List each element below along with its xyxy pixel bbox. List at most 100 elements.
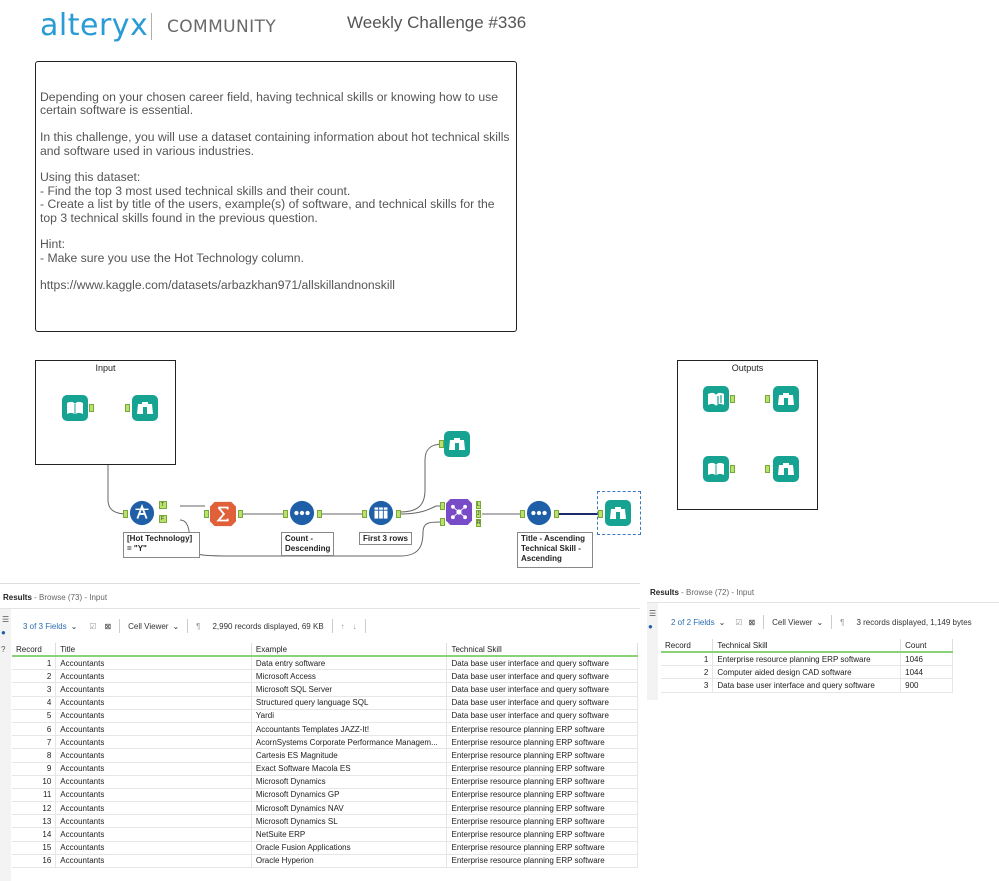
summarize-tool[interactable] <box>210 501 236 527</box>
table-row[interactable]: 7 Accountants AcornSystems Corporate Perfo… <box>12 735 638 750</box>
input-anchor[interactable] <box>598 510 603 518</box>
table-row[interactable]: 13 Accountants Microsoft Dynamics SL Enterp… <box>12 814 638 829</box>
input-anchor[interactable] <box>765 395 770 403</box>
sample-tool[interactable] <box>368 500 394 526</box>
record-number[interactable]: 13 <box>12 814 57 829</box>
table-cell[interactable]: Accountants <box>55 801 252 816</box>
table-cell[interactable]: Microsoft Access <box>251 669 448 684</box>
record-number[interactable]: 4 <box>12 696 57 710</box>
record-number[interactable]: 9 <box>12 762 57 776</box>
table-cell[interactable]: Enterprise resource planning ERP softwar… <box>446 748 638 763</box>
table-cell[interactable]: Accountants <box>55 854 252 869</box>
table-row[interactable]: 15 Accountants Oracle Fusion Applications E… <box>12 841 638 855</box>
table-row[interactable]: 12 Accountants Microsoft Dynamics NAV Enter… <box>12 801 638 816</box>
outputs-container[interactable]: Outputs <box>677 360 818 510</box>
table-cell[interactable]: Enterprise resource planning ERP softwar… <box>712 652 902 667</box>
table-cell[interactable]: Enterprise resource planning ERP softwar… <box>446 814 638 829</box>
table-cell[interactable]: Microsoft Dynamics GP <box>251 788 448 803</box>
table-cell[interactable]: Accountants <box>55 748 252 763</box>
input-anchor[interactable] <box>123 510 128 518</box>
table-cell[interactable]: Accountants <box>55 682 252 697</box>
table-row[interactable]: 3 Accountants Microsoft SQL Server Data bas… <box>12 682 638 697</box>
table-cell[interactable]: Accountants <box>55 669 252 684</box>
table-row[interactable]: 6 Accountants Accountants Templates JAZZ-I… <box>12 722 638 737</box>
table-cell[interactable]: Oracle Fusion Applications <box>251 841 448 855</box>
record-number[interactable]: 5 <box>12 709 57 723</box>
table-cell[interactable]: Structured query language SQL <box>251 696 448 710</box>
table-cell[interactable]: Microsoft Dynamics SL <box>251 814 448 829</box>
table-row[interactable]: 8 Accountants Cartesis ES Magnitude Enterpr… <box>12 748 638 763</box>
record-number[interactable]: 3 <box>661 678 714 693</box>
record-number[interactable]: 10 <box>12 775 57 789</box>
table-cell[interactable]: Enterprise resource planning ERP softwar… <box>446 801 638 816</box>
table-cell[interactable]: Accountants Templates JAZZ-It! <box>251 722 448 737</box>
table-cell[interactable]: NetSuite ERP <box>251 827 448 842</box>
table-cell[interactable]: Exact Software Macola ES <box>251 762 448 776</box>
table-cell[interactable]: Accountants <box>55 722 252 737</box>
record-number[interactable]: 12 <box>12 801 57 816</box>
table-cell[interactable]: Data base user interface and query softw… <box>712 678 902 693</box>
table-row[interactable]: 16 Accountants Oracle Hyperion Enterprise r… <box>12 854 638 869</box>
table-cell[interactable]: Data base user interface and query softw… <box>446 656 638 671</box>
output-anchor[interactable] <box>317 510 322 518</box>
table-cell[interactable]: Microsoft Dynamics NAV <box>251 801 448 816</box>
table-cell[interactable]: Enterprise resource planning ERP softwar… <box>446 762 638 776</box>
table-row[interactable]: 10 Accountants Microsoft Dynamics Enterpris… <box>12 775 638 789</box>
join-join-output-anchor[interactable]: J <box>476 510 481 518</box>
browse-tool[interactable] <box>773 386 799 412</box>
table-cell[interactable]: Data base user interface and query softw… <box>446 682 638 697</box>
results-table-right[interactable]: Record Technical Skill Count 1 Enterprise r… <box>661 639 953 693</box>
table-cell[interactable]: Enterprise resource planning ERP softwar… <box>446 827 638 842</box>
table-cell[interactable]: Microsoft Dynamics <box>251 775 448 789</box>
table-cell[interactable]: Data entry software <box>251 656 448 671</box>
column-header[interactable]: Record <box>12 643 57 657</box>
pilcrow-icon[interactable]: ¶ <box>196 622 200 631</box>
pilcrow-icon[interactable]: ¶ <box>840 618 844 627</box>
table-cell[interactable]: Accountants <box>55 709 252 723</box>
table-cell[interactable]: Enterprise resource planning ERP softwar… <box>446 735 638 750</box>
table-cell[interactable]: Accountants <box>55 775 252 789</box>
chevron-down-icon[interactable]: ⌄ <box>71 622 78 631</box>
record-number[interactable]: 7 <box>12 735 57 750</box>
binoculars-icon[interactable]: ● <box>648 622 653 631</box>
table-row[interactable]: 5 Accountants Yardi Data base user interfac… <box>12 709 638 723</box>
table-cell[interactable]: Accountants <box>55 788 252 803</box>
output-anchor[interactable] <box>238 510 243 518</box>
table-row[interactable]: 2 Accountants Microsoft Access Data base us… <box>12 669 638 684</box>
join-left-anchor[interactable] <box>440 502 445 510</box>
join-right-input-anchor[interactable] <box>440 518 445 526</box>
table-cell[interactable]: Accountants <box>55 656 252 671</box>
cell-viewer-dropdown[interactable]: Cell Viewer <box>128 622 168 631</box>
record-number[interactable]: 16 <box>12 854 57 869</box>
filter-true-anchor[interactable]: T <box>159 501 167 509</box>
table-row[interactable]: 1 Accountants Data entry software Data base… <box>12 656 638 671</box>
table-row[interactable]: 9 Accountants Exact Software Macola ES Ente… <box>12 762 638 776</box>
output-anchor[interactable] <box>554 510 559 518</box>
chevron-down-icon[interactable]: ⌄ <box>816 618 823 627</box>
input-anchor[interactable] <box>283 510 288 518</box>
sort-tool[interactable] <box>289 500 315 526</box>
input-data-tool[interactable] <box>703 456 729 482</box>
chevron-down-icon[interactable]: ⌄ <box>172 622 179 631</box>
table-cell[interactable]: Cartesis ES Magnitude <box>251 748 448 763</box>
output-anchor[interactable] <box>89 404 94 412</box>
output-anchor[interactable] <box>730 465 735 473</box>
table-cell[interactable]: 900 <box>900 678 953 693</box>
filter-false-anchor[interactable]: F <box>159 515 167 523</box>
table-cell[interactable]: Accountants <box>55 696 252 710</box>
input-anchor[interactable] <box>204 510 209 518</box>
list-icon[interactable]: ☰ <box>2 615 9 624</box>
table-row[interactable]: 11 Accountants Microsoft Dynamics GP Enterp… <box>12 788 638 803</box>
help-icon[interactable]: ? <box>1 645 5 654</box>
browse-tool[interactable] <box>132 395 158 421</box>
table-cell[interactable]: AcornSystems Corporate Performance Manag… <box>251 735 448 750</box>
table-cell[interactable]: 1046 <box>900 652 953 667</box>
arrow-down-icon[interactable]: ↓ <box>353 622 357 631</box>
table-row[interactable]: 4 Accountants Structured query language SQ… <box>12 696 638 710</box>
edit-icon[interactable]: ☑ <box>735 618 742 627</box>
column-header[interactable]: Technical Skill <box>712 639 902 653</box>
arrow-up-icon[interactable]: ↑ <box>341 622 345 631</box>
table-cell[interactable]: Microsoft SQL Server <box>251 682 448 697</box>
record-number[interactable]: 6 <box>12 722 57 737</box>
column-header[interactable]: Record <box>661 639 714 653</box>
